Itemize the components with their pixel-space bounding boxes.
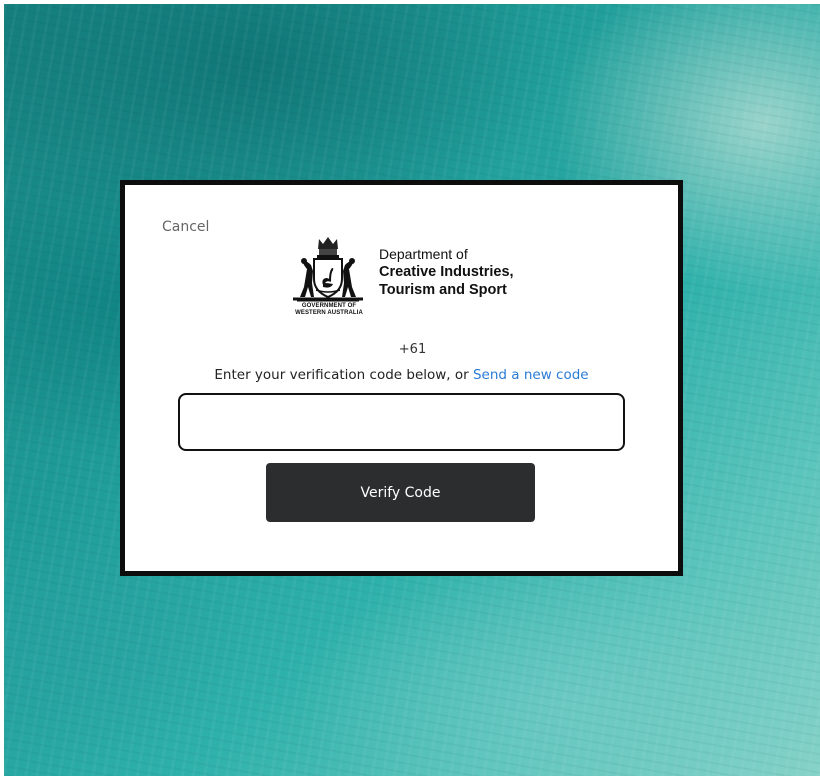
- department-name: Department of Creative Industries, Touri…: [379, 245, 514, 299]
- instruction-text: Enter your verification code below, or: [214, 367, 473, 383]
- department-logo: GOVERNMENT OF WESTERN AUSTRALIA Departme…: [283, 235, 543, 321]
- phone-number: +61: [125, 342, 678, 357]
- verification-code-input[interactable]: [178, 393, 625, 451]
- department-name-line2: Creative Industries,: [379, 264, 514, 280]
- send-new-code-link[interactable]: Send a new code: [473, 367, 589, 383]
- verification-dialog: Cancel GOVERNMENT OF WESTERN AUSTRALIA D…: [120, 180, 683, 576]
- cancel-link[interactable]: Cancel: [162, 219, 209, 235]
- phone-prefix: +61: [398, 342, 427, 357]
- state-label: WESTERN AUSTRALIA: [295, 310, 363, 316]
- department-name-line3: Tourism and Sport: [379, 282, 507, 298]
- government-label: GOVERNMENT OF: [301, 303, 357, 309]
- instruction-line: Enter your verification code below, or S…: [125, 367, 678, 383]
- verify-code-button[interactable]: Verify Code: [266, 463, 535, 522]
- department-name-line1: Department of: [379, 246, 468, 262]
